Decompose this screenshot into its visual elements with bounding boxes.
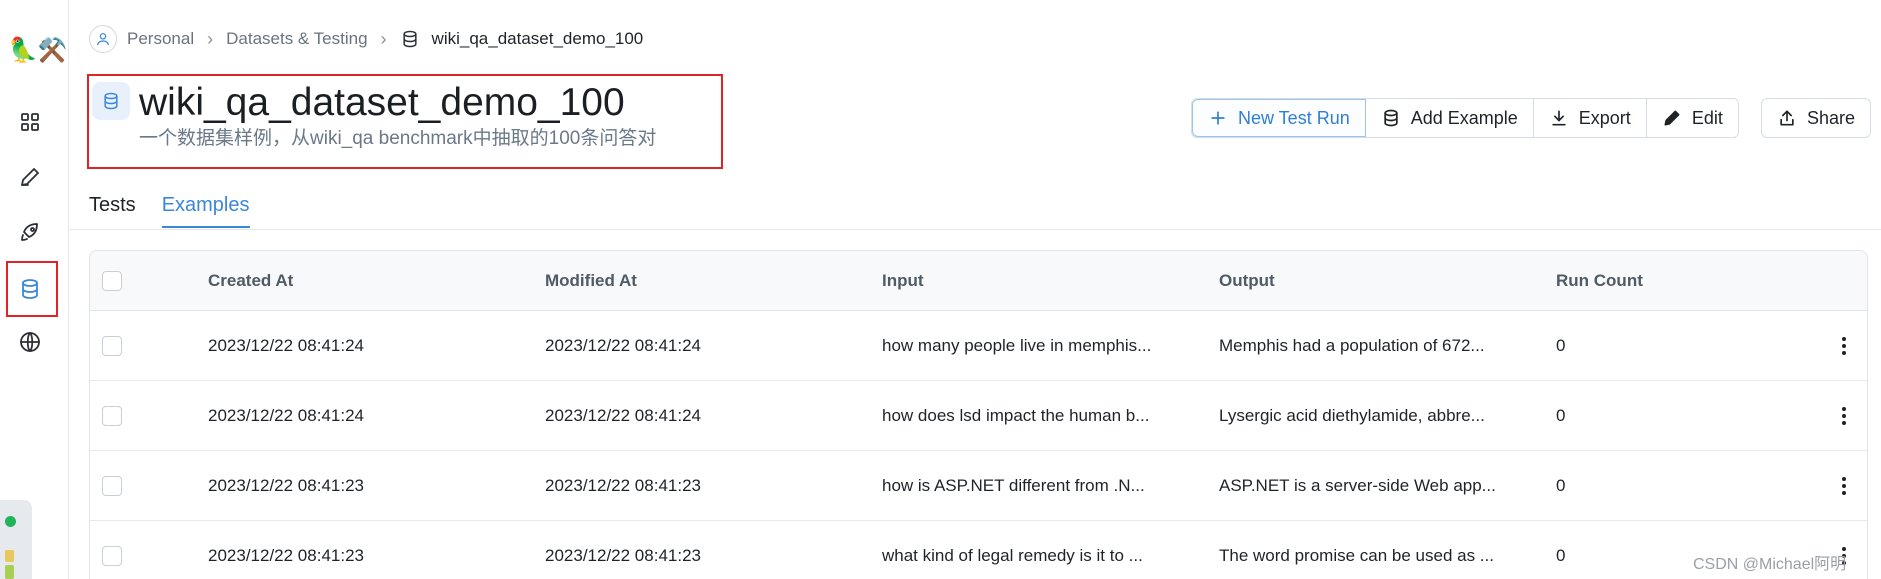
- globe-icon[interactable]: [13, 325, 47, 359]
- chevron-right-icon: ›: [207, 28, 214, 49]
- new-test-run-label: New Test Run: [1238, 107, 1350, 128]
- breadcrumb: Personal › Datasets & Testing › wiki_qa_…: [89, 25, 643, 53]
- download-icon: [1552, 110, 1566, 126]
- pencil-icon: [1664, 110, 1680, 126]
- cell-input: what kind of legal remedy is it to ...: [882, 546, 1143, 565]
- cell-output: The word promise can be used as ...: [1219, 546, 1494, 565]
- edit-button[interactable]: Edit: [1646, 99, 1738, 137]
- add-example-label: Add Example: [1410, 107, 1518, 128]
- cell-output: ASP.NET is a server-side Web app...: [1219, 476, 1496, 495]
- row-checkbox[interactable]: [102, 476, 122, 496]
- cell-modified-at: 2023/12/22 08:41:24: [545, 406, 701, 425]
- edit-label: Edit: [1691, 107, 1723, 128]
- status-bar: [5, 565, 14, 579]
- share-label: Share: [1807, 107, 1856, 128]
- grid-icon[interactable]: [13, 105, 47, 139]
- cell-modified-at: 2023/12/22 08:41:23: [545, 476, 701, 495]
- cell-input: how does lsd impact the human b...: [882, 406, 1150, 425]
- table-row[interactable]: 2023/12/22 08:41:24 2023/12/22 08:41:24 …: [90, 311, 1867, 381]
- cell-run-count: 0: [1556, 546, 1566, 565]
- user-icon: [89, 25, 117, 53]
- more-vertical-icon[interactable]: [1834, 473, 1854, 499]
- add-example-button[interactable]: Add Example: [1365, 99, 1534, 137]
- cell-run-count: 0: [1556, 336, 1566, 355]
- sidebar: 🦜⚒️: [0, 0, 69, 579]
- database-icon[interactable]: [13, 272, 47, 306]
- export-label: Export: [1578, 107, 1631, 128]
- table-row[interactable]: 2023/12/22 08:41:23 2023/12/22 08:41:23 …: [90, 451, 1867, 521]
- export-button[interactable]: Export: [1533, 99, 1647, 137]
- divider: [69, 229, 1881, 230]
- page-description: 一个数据集样例，从wiki_qa benchmark中抽取的100条问答对: [139, 128, 657, 149]
- new-test-run-button[interactable]: New Test Run: [1192, 99, 1366, 137]
- more-vertical-icon[interactable]: [1834, 333, 1854, 359]
- share-icon: [1780, 110, 1794, 126]
- cell-input: how is ASP.NET different from .N...: [882, 476, 1145, 495]
- tab-tests[interactable]: Tests: [89, 190, 136, 228]
- breadcrumb-personal[interactable]: Personal: [127, 29, 194, 49]
- cell-created-at: 2023/12/22 08:41:23: [208, 546, 364, 565]
- breadcrumb-datasets[interactable]: Datasets & Testing: [226, 29, 367, 49]
- cell-output: Memphis had a population of 672...: [1219, 336, 1485, 355]
- column-header-run-count[interactable]: Run Count: [1556, 251, 1643, 311]
- row-checkbox[interactable]: [102, 406, 122, 426]
- cell-output: Lysergic acid diethylamide, abbre...: [1219, 406, 1485, 425]
- breadcrumb-current: wiki_qa_dataset_demo_100: [431, 29, 644, 48]
- table-row[interactable]: 2023/12/22 08:41:24 2023/12/22 08:41:24 …: [90, 381, 1867, 451]
- status-dot: [5, 516, 16, 527]
- row-checkbox[interactable]: [102, 336, 122, 356]
- status-panel: [0, 500, 32, 579]
- column-header-modified-at[interactable]: Modified At: [545, 251, 637, 311]
- rocket-icon[interactable]: [13, 215, 47, 249]
- toolbar: New Test Run Add Example Export Edit: [1191, 98, 1739, 138]
- row-checkbox[interactable]: [102, 546, 122, 566]
- cell-run-count: 0: [1556, 476, 1566, 495]
- more-vertical-icon[interactable]: [1834, 403, 1854, 429]
- share-button[interactable]: Share: [1761, 98, 1872, 138]
- table-row[interactable]: 2023/12/22 08:41:23 2023/12/22 08:41:23 …: [90, 521, 1867, 579]
- database-icon: [400, 29, 420, 49]
- cell-modified-at: 2023/12/22 08:41:23: [545, 546, 701, 565]
- cell-created-at: 2023/12/22 08:41:24: [208, 406, 364, 425]
- examples-table: Created At Modified At Input Output Run …: [89, 250, 1868, 579]
- database-icon: [1384, 109, 1398, 127]
- cell-input: how many people live in memphis...: [882, 336, 1152, 355]
- cell-modified-at: 2023/12/22 08:41:24: [545, 336, 701, 355]
- cell-run-count: 0: [1556, 406, 1566, 425]
- status-bar: [5, 550, 14, 562]
- database-icon: [92, 82, 130, 120]
- cell-created-at: 2023/12/22 08:41:24: [208, 336, 364, 355]
- table-header: Created At Modified At Input Output Run …: [90, 251, 1867, 311]
- chevron-right-icon: ›: [380, 28, 387, 49]
- column-header-created-at[interactable]: Created At: [208, 251, 293, 311]
- page-title: wiki_qa_dataset_demo_100: [139, 81, 625, 124]
- tab-examples[interactable]: Examples: [161, 190, 250, 228]
- tabs: Tests Examples: [89, 190, 276, 230]
- column-header-input[interactable]: Input: [882, 251, 924, 311]
- watermark: CSDN @Michael阿明: [1693, 556, 1847, 573]
- select-all-checkbox[interactable]: [102, 271, 122, 291]
- pen-icon[interactable]: [13, 160, 47, 194]
- plus-icon: [1211, 111, 1225, 125]
- column-header-output[interactable]: Output: [1219, 251, 1275, 311]
- logo[interactable]: 🦜⚒️: [8, 38, 68, 64]
- cell-created-at: 2023/12/22 08:41:23: [208, 476, 364, 495]
